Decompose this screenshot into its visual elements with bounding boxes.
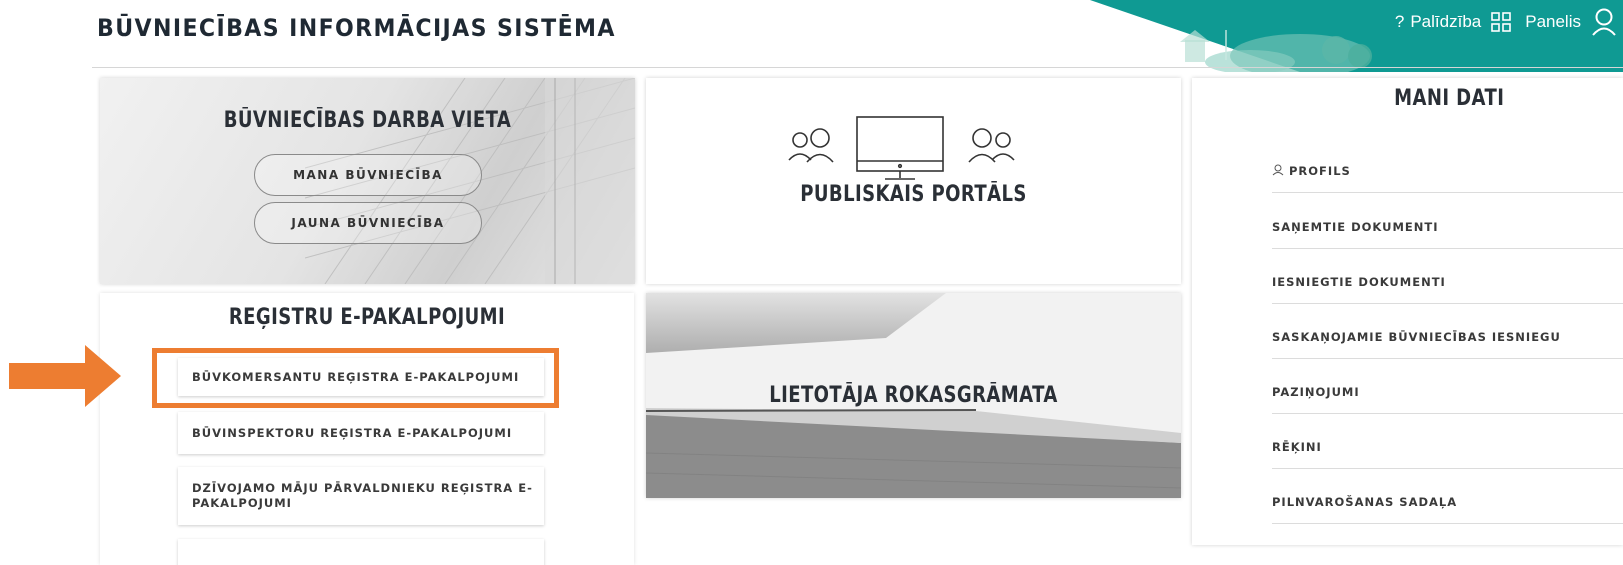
- workplace-title: BŪVNIECĪBAS DARBA VIETA: [223, 108, 512, 133]
- panel-label: Panelis: [1525, 12, 1581, 31]
- header-divider: [92, 67, 1623, 68]
- annotation-highlight-box: [152, 348, 559, 408]
- user-icon: [1272, 164, 1284, 179]
- registry-link-partial[interactable]: [178, 539, 544, 565]
- public-portal-title: PUBLISKAIS PORTĀLS: [800, 182, 1027, 207]
- housing-managers-registry-link[interactable]: DZĪVOJAMO MĀJU PĀRVALDNIEKU REĢISTRA E-P…: [178, 467, 544, 525]
- approval-submissions-link[interactable]: SASKAŅOJAMIE BŪVNIECĪBAS IESNIEGU: [1272, 330, 1623, 359]
- annotation-arrow-icon: [9, 345, 121, 407]
- user-manual-card[interactable]: LIETOTĀJA ROKASGRĀMATA: [646, 293, 1181, 498]
- invoices-link[interactable]: RĒĶINI: [1272, 440, 1623, 469]
- help-label: Palīdzība: [1410, 12, 1482, 31]
- my-construction-button[interactable]: MANA BŪVNIECĪBA: [254, 154, 482, 196]
- help-link[interactable]: ? Palīdzība: [1395, 12, 1481, 32]
- building-inspectors-registry-link[interactable]: BŪVINSPEKTORU REĢISTRA E-PAKALPOJUMI: [178, 412, 544, 454]
- my-data-title: MANI DATI: [1394, 86, 1505, 111]
- user-icon[interactable]: [1591, 8, 1617, 36]
- panel-link[interactable]: Panelis: [1491, 12, 1581, 32]
- profile-link[interactable]: PROFILS: [1272, 164, 1623, 193]
- header: BŪVNIECĪBAS INFORMĀCIJAS SISTĒMA ? Palīd…: [0, 0, 1623, 72]
- submitted-documents-link[interactable]: IESNIEGTIE DOKUMENTI: [1272, 275, 1623, 304]
- registry-title: REĢISTRU E-PAKALPOJUMI: [228, 305, 506, 330]
- workplace-card: BŪVNIECĪBAS DARBA VIETA MANA BŪVNIECĪBA J…: [100, 78, 635, 284]
- public-portal-card[interactable]: PUBLISKAIS PORTĀLS: [646, 78, 1181, 284]
- grid-icon: [1491, 12, 1512, 32]
- new-construction-button[interactable]: JAUNA BŪVNIECĪBA: [254, 202, 482, 244]
- help-icon: ?: [1394, 12, 1405, 31]
- people-computer-icon: [788, 116, 1015, 180]
- site-title: BŪVNIECĪBAS INFORMĀCIJAS SISTĒMA: [97, 14, 616, 42]
- notifications-link[interactable]: PAZIŅOJUMI: [1272, 385, 1623, 414]
- header-nav: ? Palīdzība Panelis: [1395, 8, 1623, 36]
- received-documents-link[interactable]: SAŅEMTIE DOKUMENTI: [1272, 220, 1623, 249]
- profile-label: PROFILS: [1289, 164, 1351, 178]
- my-data-card: MANI DATI PROFILS SAŅEMTIE DOKUMENTI IES…: [1192, 78, 1623, 545]
- authorization-section-link[interactable]: PILNVAROŠANAS SADAĻA: [1272, 495, 1623, 524]
- user-manual-title: LIETOTĀJA ROKASGRĀMATA: [769, 383, 1058, 408]
- registry-eservices-card: REĢISTRU E-PAKALPOJUMI BŪVKOMERSANTU REĢ…: [100, 293, 634, 565]
